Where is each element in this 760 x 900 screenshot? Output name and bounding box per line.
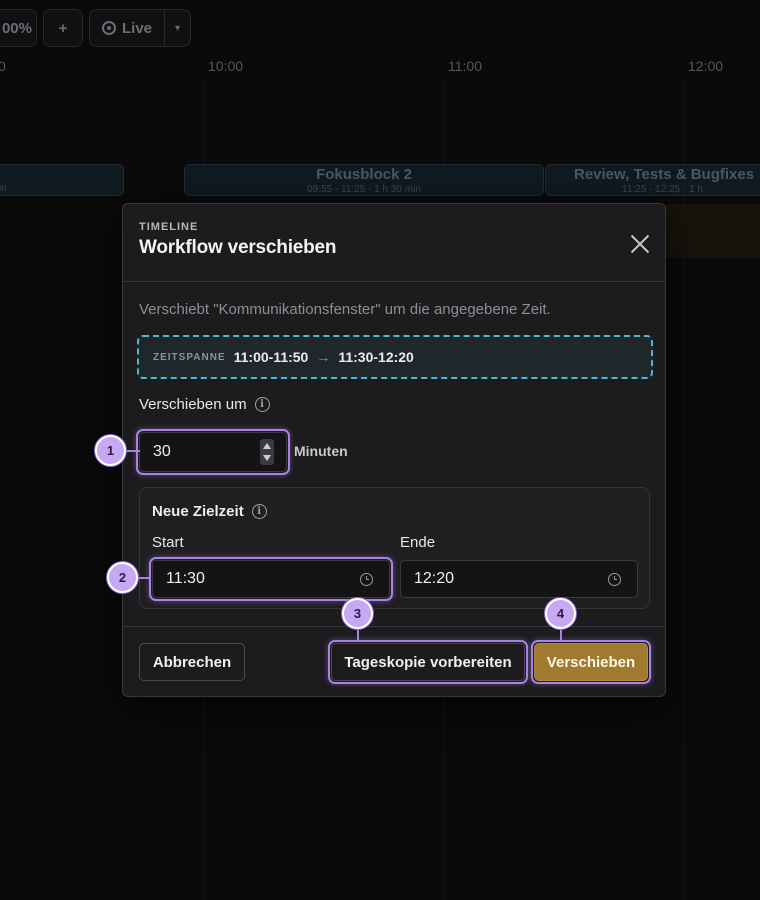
block-subtitle: in [0, 183, 7, 194]
block-title: Fokusblock 2 [316, 166, 412, 183]
cancel-button[interactable]: Abbrechen [139, 643, 245, 681]
start-time-input[interactable]: 11:30 [152, 560, 390, 598]
shift-label-row: Verschieben um i [139, 396, 270, 413]
timeline-block[interactable]: Fokusblock 2 09:55 - 11:25 · 1 h 30 min [184, 164, 544, 196]
live-icon [102, 21, 116, 35]
stepper-down-icon[interactable] [263, 455, 271, 461]
hour-gridline [684, 78, 685, 900]
annotation-badge: 2 [107, 562, 138, 593]
clock-icon[interactable] [360, 573, 373, 586]
annotation-badge: 4 [545, 598, 576, 629]
hour-label: 0 [0, 58, 6, 74]
info-icon[interactable]: i [251, 504, 267, 519]
plus-icon: + [58, 19, 68, 37]
range-label: ZEITSPANNE [153, 351, 226, 363]
dialog-description: Verschiebt "Kommunikationsfenster" um di… [139, 301, 551, 318]
target-time-panel: Neue Zielzeit i Start Ende 11:30 12:20 [139, 487, 650, 609]
timeline-toolbar: 00% + Live ▾ [0, 9, 191, 47]
arrow-right-icon: → [316, 349, 331, 365]
close-icon[interactable] [629, 232, 651, 254]
dialog-title: Workflow verschieben [139, 237, 337, 258]
move-button[interactable]: Verschieben [534, 643, 648, 681]
block-subtitle: 11:25 - 12:25 · 1 h [622, 184, 703, 195]
zoom-level-label: 00% [1, 19, 32, 37]
block-title: Review, Tests & Bugfixes [574, 166, 755, 183]
clock-icon[interactable] [608, 573, 621, 586]
chevron-down-icon[interactable]: ▾ [165, 23, 190, 34]
annotation-connector [124, 450, 140, 452]
shift-unit-label: Minuten [294, 443, 348, 459]
end-label: Ende [400, 534, 436, 551]
timeline-block[interactable]: in [0, 164, 124, 196]
time-range-box: ZEITSPANNE 11:00-11:50 → 11:30-12:20 [137, 335, 653, 379]
end-time-value: 12:20 [414, 570, 455, 587]
live-button[interactable]: Live ▾ [89, 9, 191, 47]
timeline-block[interactable]: Review, Tests & Bugfixes 11:25 - 12:25 ·… [545, 164, 760, 196]
range-to: 11:30-12:20 [338, 349, 414, 365]
info-icon[interactable]: i [254, 397, 270, 412]
stepper-up-icon[interactable] [263, 443, 271, 449]
annotation-connector [560, 627, 562, 641]
annotation-connector [357, 627, 359, 641]
timeline-block-amber [664, 204, 760, 258]
zoom-level-button[interactable]: 00% [0, 9, 37, 47]
number-stepper[interactable] [260, 439, 274, 465]
annotation-badge: 1 [95, 435, 126, 466]
hour-label: 12:00 [688, 58, 724, 74]
prepare-day-copy-button[interactable]: Tageskopie vorbereiten [331, 643, 525, 681]
shift-minutes-input[interactable]: 30 [139, 432, 287, 472]
shift-minutes-value: 30 [153, 443, 171, 460]
annotation-badge: 3 [342, 598, 373, 629]
range-from: 11:00-11:50 [233, 349, 309, 365]
hour-label: 10:00 [208, 58, 244, 74]
dialog-header: TIMELINE Workflow verschieben [123, 204, 665, 282]
target-title-row: Neue Zielzeit i [152, 503, 267, 520]
dialog-eyebrow: TIMELINE [139, 221, 199, 233]
end-time-input[interactable]: 12:20 [400, 560, 638, 598]
move-workflow-dialog: TIMELINE Workflow verschieben Verschiebt… [122, 203, 666, 697]
start-label: Start [152, 534, 184, 551]
annotation-connector [136, 577, 150, 579]
zoom-in-button[interactable]: + [43, 9, 83, 47]
start-time-value: 11:30 [166, 570, 205, 587]
dialog-footer: Abbrechen Tageskopie vorbereiten Verschi… [123, 626, 665, 698]
target-title: Neue Zielzeit [152, 503, 244, 520]
hour-label: 11:00 [448, 58, 482, 74]
shift-label: Verschieben um [139, 396, 247, 413]
block-subtitle: 09:55 - 11:25 · 1 h 30 min [307, 184, 421, 195]
live-label: Live [122, 19, 153, 37]
